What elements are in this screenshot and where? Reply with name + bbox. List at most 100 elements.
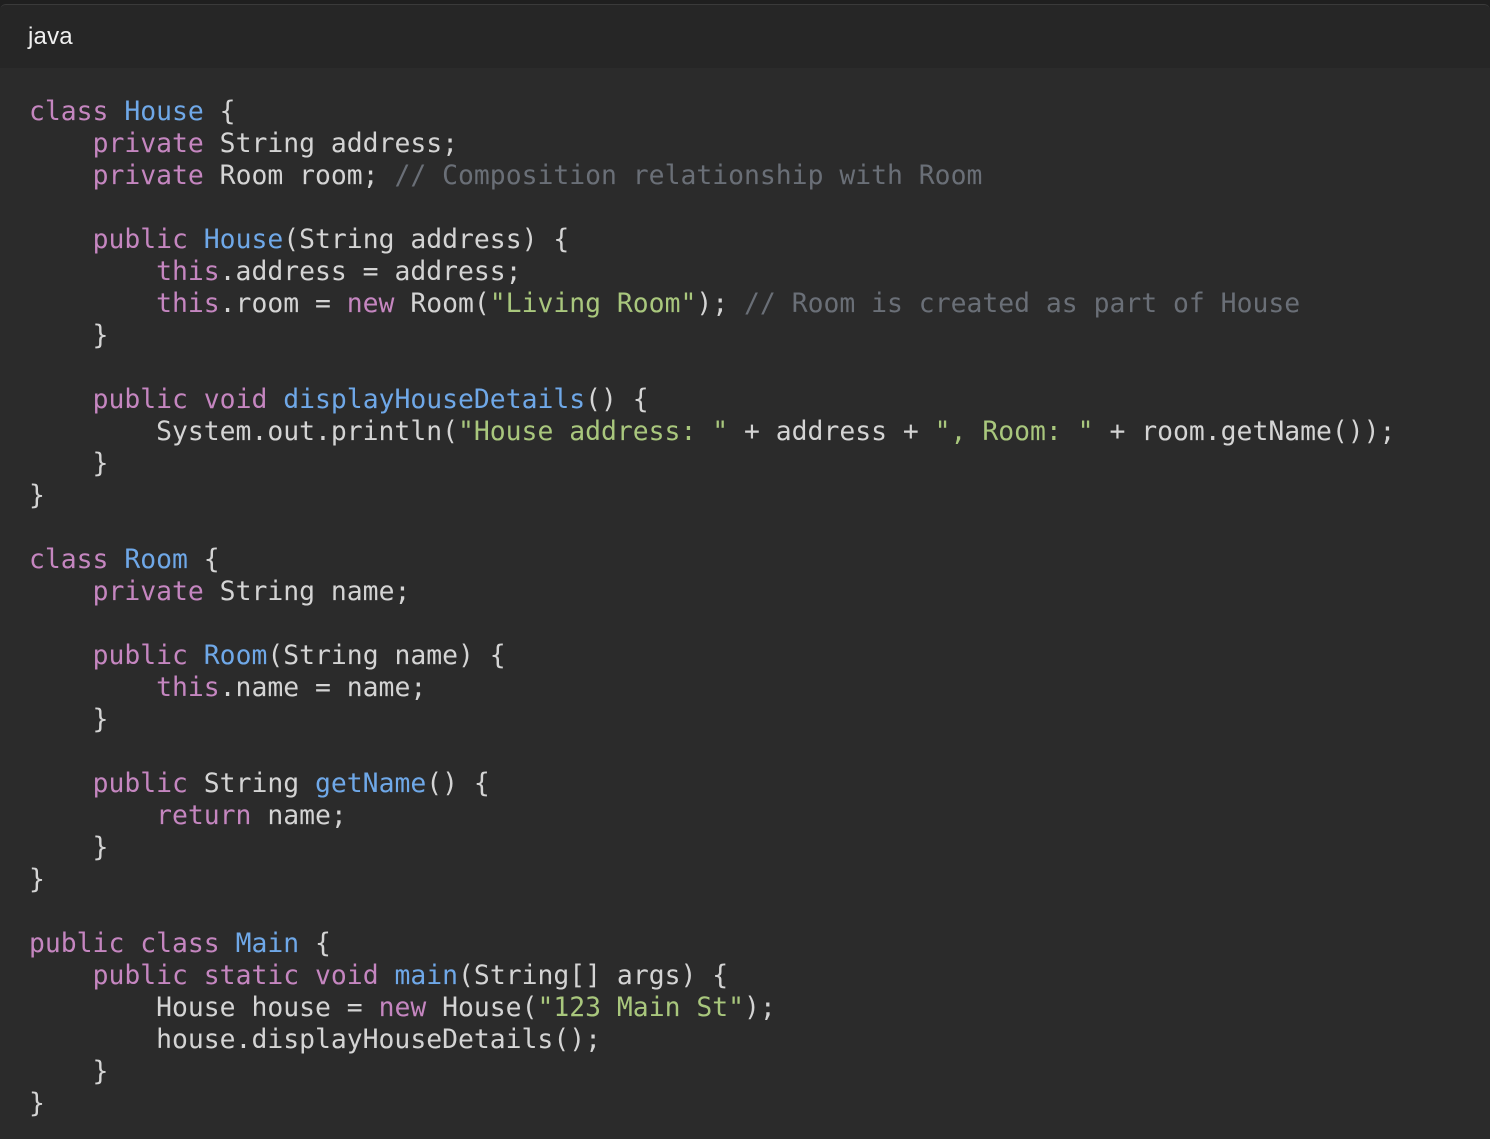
code-token: class bbox=[29, 96, 109, 127]
code-token: new bbox=[378, 992, 427, 1023]
code-token: this bbox=[156, 256, 220, 287]
code-token: public bbox=[92, 768, 188, 799]
code-line: return name; bbox=[29, 800, 1490, 832]
code-token: "Living Room" bbox=[489, 288, 697, 319]
code-line: public House(String address) { bbox=[29, 224, 1490, 256]
code-line: } bbox=[29, 320, 1490, 352]
code-token: public bbox=[92, 384, 188, 415]
language-label: java bbox=[28, 22, 73, 50]
code-token: Room( bbox=[394, 288, 490, 319]
code-token: Main bbox=[235, 928, 300, 959]
code-token: house.displayHouseDetails(); bbox=[29, 1024, 601, 1055]
code-token: House( bbox=[426, 992, 538, 1023]
code-token: private bbox=[92, 576, 204, 607]
code-token: ); bbox=[696, 288, 745, 319]
code-line: this.address = address; bbox=[29, 256, 1490, 288]
code-token: void bbox=[315, 960, 379, 991]
code-content[interactable]: class House { private String address; pr… bbox=[0, 96, 1490, 1139]
code-line: public Room(String name) { bbox=[29, 640, 1490, 672]
code-token: } bbox=[29, 1056, 109, 1087]
code-token: static bbox=[203, 960, 300, 991]
code-token: main bbox=[394, 960, 459, 991]
code-line: this.room = new Room("Living Room"); // … bbox=[29, 288, 1490, 320]
code-token: House bbox=[124, 96, 204, 127]
code-line: class House { bbox=[29, 96, 1490, 128]
code-token: public bbox=[29, 928, 125, 959]
code-token: new bbox=[346, 288, 395, 319]
code-line: public class Main { bbox=[29, 928, 1490, 960]
code-token: private bbox=[92, 160, 204, 191]
code-token: Room bbox=[203, 640, 268, 671]
code-line: } bbox=[29, 832, 1490, 864]
code-token: + room.getName()); bbox=[1093, 416, 1396, 447]
code-token: (String[] args) { bbox=[458, 960, 729, 991]
code-line: System.out.println("House address: " + a… bbox=[29, 416, 1490, 448]
code-line: class Room { bbox=[29, 544, 1490, 576]
code-token: this bbox=[156, 672, 220, 703]
code-token: String address; bbox=[203, 128, 459, 159]
code-line: } bbox=[29, 1056, 1490, 1088]
code-token: () { bbox=[426, 768, 490, 799]
code-token: String name; bbox=[203, 576, 411, 607]
code-token: String bbox=[187, 768, 316, 799]
code-token: .name = name; bbox=[219, 672, 427, 703]
code-token: } bbox=[29, 448, 109, 479]
code-token: Room bbox=[124, 544, 188, 575]
code-token: { bbox=[203, 96, 236, 127]
code-token: getName bbox=[315, 768, 427, 799]
code-token: .address = address; bbox=[219, 256, 522, 287]
code-token: void bbox=[203, 384, 268, 415]
code-block: java class House { private String addres… bbox=[0, 4, 1490, 1139]
code-token: ); bbox=[744, 992, 776, 1023]
code-line: } bbox=[29, 704, 1490, 736]
code-token: .room = bbox=[219, 288, 347, 319]
code-token: public bbox=[92, 640, 188, 671]
code-token: public bbox=[92, 224, 188, 255]
code-token: public bbox=[92, 960, 188, 991]
code-token: + address + bbox=[728, 416, 935, 447]
code-token: } bbox=[29, 704, 109, 735]
code-line: private String name; bbox=[29, 576, 1490, 608]
code-token: displayHouseDetails bbox=[283, 384, 586, 415]
code-token: "House address: " bbox=[458, 416, 729, 447]
code-token: // Room is created as part of House bbox=[744, 288, 1301, 319]
code-token: } bbox=[29, 864, 45, 895]
code-token: House house = bbox=[29, 992, 379, 1023]
code-token: () { bbox=[585, 384, 649, 415]
code-token: } bbox=[29, 320, 109, 351]
code-token: (String name) { bbox=[267, 640, 506, 671]
code-line: public static void main(String[] args) { bbox=[29, 960, 1490, 992]
code-token: { bbox=[299, 928, 331, 959]
code-token: "123 Main St" bbox=[537, 992, 745, 1023]
code-token: Room room; bbox=[203, 160, 395, 191]
code-token: { bbox=[187, 544, 220, 575]
code-token: return bbox=[156, 800, 252, 831]
code-token: ", Room: " bbox=[934, 416, 1094, 447]
code-token: // Composition relationship with Room bbox=[394, 160, 983, 191]
code-token: } bbox=[29, 832, 109, 863]
code-line: house.displayHouseDetails(); bbox=[29, 1024, 1490, 1056]
code-token: House bbox=[203, 224, 284, 255]
code-line: public String getName() { bbox=[29, 768, 1490, 800]
